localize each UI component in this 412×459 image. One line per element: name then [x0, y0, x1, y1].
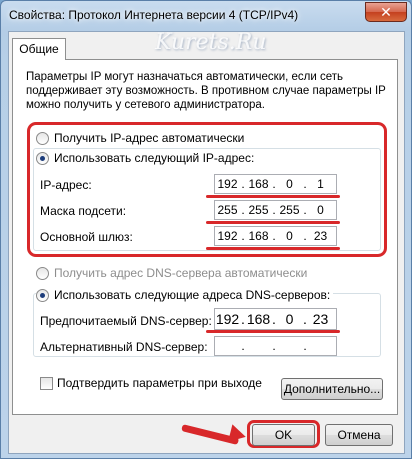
gateway-label: Основной шлюз:	[40, 230, 133, 244]
subnet-mask-underline	[206, 221, 340, 224]
dns-manual-radio[interactable]	[36, 288, 49, 302]
ip-address-underline	[206, 195, 340, 198]
dns-auto-option[interactable]: Получить адрес DNS-сервера автоматически	[36, 266, 307, 280]
dns-auto-label: Получить адрес DNS-сервера автоматически	[54, 266, 308, 280]
validate-checkbox[interactable]	[40, 377, 53, 390]
ok-button[interactable]: OK	[252, 424, 315, 446]
dns-manual-option[interactable]: Использовать следующие адреса DNS-сервер…	[36, 288, 334, 302]
title-bar[interactable]: Свойства: Протокол Интернета версии 4 (T…	[1, 1, 411, 29]
mask-octet: 255	[279, 203, 300, 217]
ip-manual-radio[interactable]	[36, 151, 49, 165]
gateway-octet: 23	[313, 229, 328, 243]
ip-auto-label: Получить IP-адрес автоматически	[54, 131, 245, 145]
gateway-underline	[206, 247, 340, 250]
preferred-dns-underline	[206, 330, 340, 333]
ip-address-field[interactable]: 192. 168. 0. 1	[214, 174, 337, 194]
mask-octet: 0	[317, 203, 324, 217]
mask-octet: 255	[217, 203, 238, 217]
cancel-button[interactable]: Отмена	[325, 424, 393, 446]
ip-auto-option[interactable]: Получить IP-адрес автоматически	[36, 131, 244, 145]
dns-octet: 168	[246, 311, 271, 327]
ip-auto-radio[interactable]	[36, 131, 49, 145]
dns-auto-radio[interactable]	[36, 266, 49, 280]
dns-manual-label: Использовать следующие адреса DNS-сервер…	[54, 288, 331, 302]
alternate-dns-label: Альтернативный DNS-сервер:	[40, 340, 208, 354]
close-button[interactable]: ✕	[365, 2, 407, 22]
ip-octet: 0	[286, 177, 293, 191]
tab-general[interactable]: Общие	[12, 38, 66, 60]
dns-octet: 0	[285, 311, 294, 327]
dns-octet: 23	[312, 311, 329, 327]
subnet-mask-label: Маска подсети:	[40, 204, 127, 218]
advanced-button[interactable]: Дополнительно...	[281, 378, 383, 400]
gateway-octet: 0	[286, 229, 293, 243]
gateway-octet: 192	[217, 229, 238, 243]
alternate-dns-field[interactable]: . . .	[214, 336, 337, 356]
description-text: Параметры IP могут назначаться автоматич…	[26, 71, 386, 111]
preferred-dns-field[interactable]: 192. 168. 0. 23	[214, 308, 337, 330]
ip-octet: 192	[217, 177, 238, 191]
ip-octet: 168	[248, 177, 269, 191]
validate-label: Подтвердить параметры при выходе	[57, 376, 262, 390]
ip-octet: 1	[317, 177, 324, 191]
dns-octet: 192	[215, 311, 240, 327]
subnet-mask-field[interactable]: 255. 255. 255. 0	[214, 200, 337, 220]
mask-octet: 255	[248, 203, 269, 217]
ip-address-label: IP-адрес:	[40, 178, 92, 192]
preferred-dns-label: Предпочитаемый DNS-сервер:	[40, 314, 212, 328]
ip-manual-option[interactable]: Использовать следующий IP-адрес:	[36, 151, 254, 165]
window-title: Свойства: Протокол Интернета версии 4 (T…	[9, 8, 299, 22]
ip-manual-label: Использовать следующий IP-адрес:	[54, 151, 255, 165]
watermark: Kurets.Ru	[155, 30, 267, 55]
gateway-field[interactable]: 192. 168. 0. 23	[214, 226, 337, 246]
gateway-octet: 168	[248, 229, 269, 243]
